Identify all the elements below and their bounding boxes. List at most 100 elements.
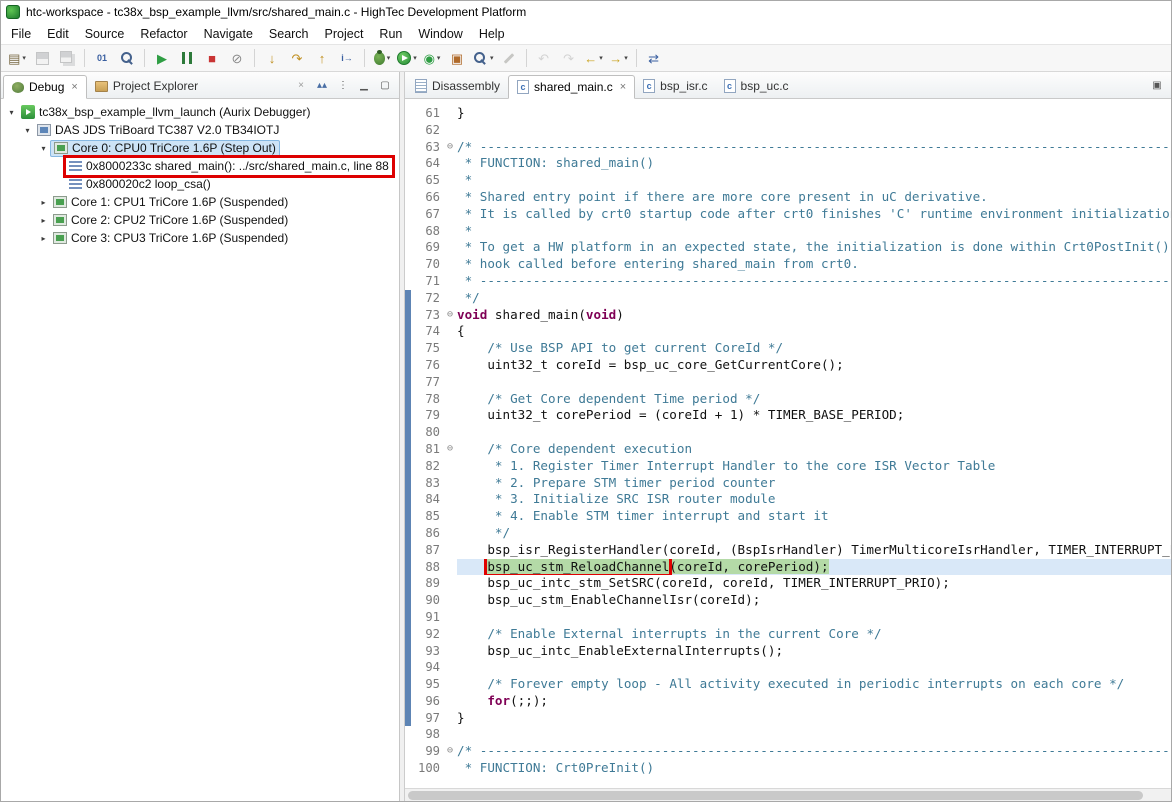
menu-project[interactable]: Project [317,25,372,43]
code-text[interactable]: /* -------------------------------------… [457,139,1171,156]
code-text[interactable]: { [457,323,1171,340]
code-text[interactable]: * 1. Register Timer Interrupt Handler to… [457,458,1171,475]
code-text[interactable]: bsp_uc_stm_EnableChannelIsr(coreId); [457,592,1171,609]
line-number[interactable]: 62 [411,122,443,139]
terminate-icon[interactable]: ■ [200,46,224,70]
line-number[interactable]: 86 [411,525,443,542]
code-text[interactable]: * [457,172,1171,189]
code-text[interactable]: * 2. Prepare STM timer period counter [457,475,1171,492]
line-number[interactable]: 65 [411,172,443,189]
line-number[interactable]: 76 [411,357,443,374]
line-number[interactable]: 80 [411,424,443,441]
remove-terminated-icon[interactable]: × [292,76,310,94]
menu-window[interactable]: Window [410,25,470,43]
code-text[interactable]: * --------------------------------------… [457,273,1171,290]
line-number[interactable]: 61 [411,105,443,122]
code-text[interactable] [457,122,1171,139]
line-number[interactable]: 71 [411,273,443,290]
line-number[interactable]: 91 [411,609,443,626]
line-number[interactable]: 84 [411,491,443,508]
save-icon[interactable] [30,46,54,70]
code-text[interactable]: * hook called before entering shared_mai… [457,256,1171,273]
resume-icon[interactable]: ▶ [150,46,174,70]
code-text[interactable]: * To get a HW platform in an expected st… [457,239,1171,256]
line-number[interactable]: 72 [411,290,443,307]
code-text[interactable]: /* Core dependent execution [457,441,1171,458]
expander-icon[interactable]: ▸ [37,198,50,207]
tree-node-core2[interactable]: Core 2: CPU2 TriCore 1.6P (Suspended) [50,212,291,229]
line-number[interactable]: 75 [411,340,443,357]
scrollbar-thumb[interactable] [408,791,1143,800]
code-text[interactable] [457,374,1171,391]
line-number[interactable]: 88 [411,559,443,576]
fold-marker-icon[interactable]: ⊖ [443,441,457,458]
new-wizard-icon[interactable]: ▤▾ [5,46,29,70]
run-config-icon[interactable]: ▾ [395,46,419,70]
back-nav-icon[interactable]: ←▾ [582,46,606,70]
step-return-icon[interactable]: ↑ [310,46,334,70]
line-number[interactable]: 64 [411,155,443,172]
tree-node-core3[interactable]: Core 3: CPU3 TriCore 1.6P (Suspended) [50,230,291,247]
line-number[interactable]: 82 [411,458,443,475]
line-number[interactable]: 73 [411,307,443,324]
code-text[interactable]: /* Use BSP API to get current CoreId */ [457,340,1171,357]
code-text[interactable] [457,659,1171,676]
tree-node-core1[interactable]: Core 1: CPU1 TriCore 1.6P (Suspended) [50,194,291,211]
code-text[interactable]: uint32_t coreId = bsp_uc_core_GetCurrent… [457,357,1171,374]
code-text[interactable]: * [457,223,1171,240]
forward-nav-icon[interactable]: →▾ [607,46,631,70]
line-number[interactable]: 100 [411,760,443,777]
annotation-pencil-icon[interactable] [497,46,521,70]
code-text[interactable]: * FUNCTION: shared_main() [457,155,1171,172]
line-number[interactable]: 83 [411,475,443,492]
line-number[interactable]: 66 [411,189,443,206]
suspend-icon[interactable] [175,46,199,70]
code-text[interactable]: /* Get Core dependent Time period */ [457,391,1171,408]
code-text[interactable]: bsp_uc_intc_stm_SetSRC(coreId, coreId, T… [457,575,1171,592]
back-history-icon[interactable]: ↶ [532,46,556,70]
tab-bsp-uc-c[interactable]: cbsp_uc.c [716,74,797,98]
code-text[interactable]: bsp_uc_stm_ReloadChannel(coreId, corePer… [457,559,1171,576]
expander-icon[interactable]: ▾ [37,144,50,153]
debug-config-icon[interactable]: ▾ [370,46,394,70]
line-number[interactable]: 67 [411,206,443,223]
code-text[interactable] [457,726,1171,743]
line-number[interactable]: 68 [411,223,443,240]
tab-shared-main-c[interactable]: cshared_main.c× [508,75,635,99]
instruction-stepping-icon[interactable]: i→ [335,46,359,70]
step-over-icon[interactable]: ↷ [285,46,309,70]
code-text[interactable]: /* Forever empty loop - All activity exe… [457,676,1171,693]
code-text[interactable]: uint32_t corePeriod = (coreId + 1) * TIM… [457,407,1171,424]
line-number[interactable]: 85 [411,508,443,525]
line-number[interactable]: 70 [411,256,443,273]
tab-project-explorer[interactable]: Project Explorer [87,74,206,98]
minimize-icon[interactable]: ▁ [355,76,373,94]
close-icon[interactable]: × [71,81,77,93]
horizontal-scrollbar[interactable] [405,788,1171,801]
tab-disassembly[interactable]: Disassembly [407,74,508,98]
line-number[interactable]: 81 [411,441,443,458]
menu-file[interactable]: File [3,25,39,43]
menu-run[interactable]: Run [371,25,410,43]
code-text[interactable]: * Shared entry point if there are more c… [457,189,1171,206]
tree-node-frame-shared-main[interactable]: 0x8000233c shared_main(): ../src/shared_… [66,158,392,175]
tree-node-frame-loop-csa[interactable]: 0x800020c2 loop_csa() [66,176,214,193]
menu-search[interactable]: Search [261,25,317,43]
expander-icon[interactable]: ▾ [5,108,18,117]
fold-marker-icon[interactable]: ⊖ [443,307,457,324]
line-number[interactable]: 69 [411,239,443,256]
code-text[interactable]: /* -------------------------------------… [457,743,1171,760]
code-text[interactable] [457,424,1171,441]
fold-marker-icon[interactable]: ⊖ [443,743,457,760]
profile-config-icon[interactable]: ◉▾ [420,46,444,70]
inspect-memory-icon[interactable] [115,46,139,70]
save-all-icon[interactable] [55,46,79,70]
line-number[interactable]: 90 [411,592,443,609]
line-number[interactable]: 99 [411,743,443,760]
line-number[interactable]: 96 [411,693,443,710]
line-number[interactable]: 63 [411,139,443,156]
menu-navigate[interactable]: Navigate [196,25,261,43]
code-text[interactable]: */ [457,290,1171,307]
search-dropdown-icon[interactable]: ▾ [470,46,496,70]
line-number[interactable]: 93 [411,643,443,660]
